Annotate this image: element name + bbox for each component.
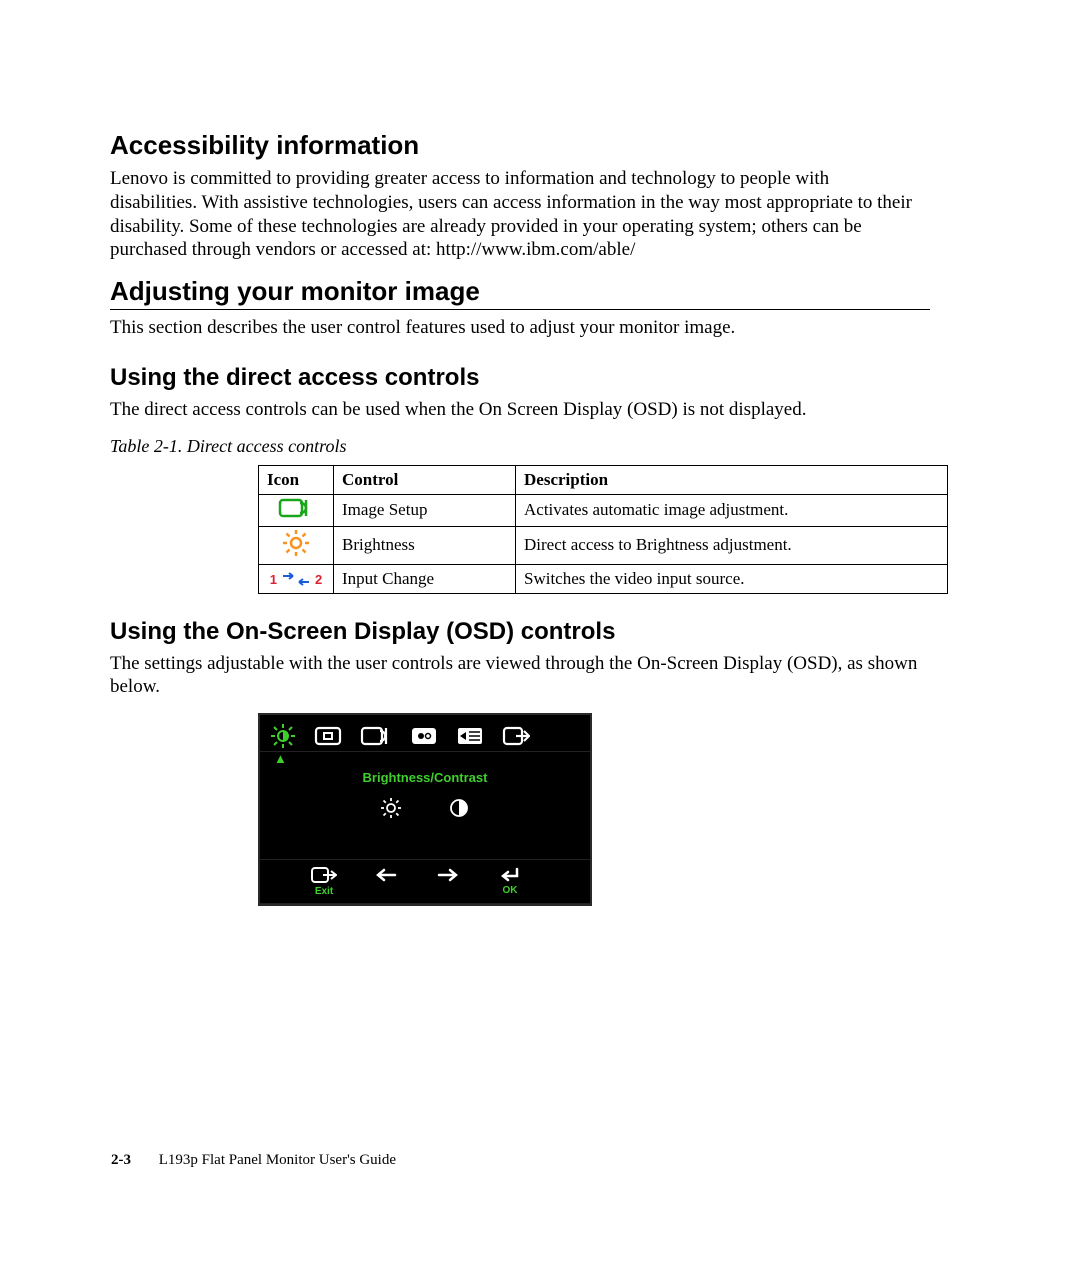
osd-right-arrow xyxy=(434,868,462,895)
direct-access-table: Icon Control Description Image Setup Act… xyxy=(258,465,948,594)
osd-title: Brightness/Contrast xyxy=(260,766,590,791)
heading-adjusting: Adjusting your monitor image xyxy=(110,276,930,310)
cell-description: Direct access to Brightness adjustment. xyxy=(516,526,948,564)
page-footer: 2-3 L193p Flat Panel Monitor User's Guid… xyxy=(111,1152,396,1169)
image-setup-icon xyxy=(360,725,392,747)
osd-exit-button: Exit xyxy=(310,866,338,897)
heading-osd: Using the On-Screen Display (OSD) contro… xyxy=(110,618,920,646)
cell-icon-input-change: 1 2 xyxy=(259,564,334,593)
image-properties-icon xyxy=(410,725,438,747)
exit-icon xyxy=(502,725,530,747)
body-osd: The settings adjustable with the user co… xyxy=(110,652,920,700)
brightness-sub-icon xyxy=(380,797,402,819)
heading-accessibility: Accessibility information xyxy=(110,130,920,161)
body-direct-access: The direct access controls can be used w… xyxy=(110,398,920,422)
th-icon: Icon xyxy=(259,465,334,494)
cell-icon-brightness xyxy=(259,526,334,564)
table-header-row: Icon Control Description xyxy=(259,465,948,494)
cell-control: Brightness xyxy=(334,526,516,564)
th-description: Description xyxy=(516,465,948,494)
heading-direct-access: Using the direct access controls xyxy=(110,364,920,392)
image-position-icon xyxy=(314,725,342,747)
osd-left-arrow xyxy=(372,868,400,895)
table-row: Image Setup Activates automatic image ad… xyxy=(259,494,948,526)
osd-ok-label: OK xyxy=(503,885,518,896)
image-setup-icon xyxy=(278,504,314,523)
brightness-icon xyxy=(282,542,310,561)
input-change-icon: 1 2 xyxy=(270,571,322,587)
osd-mid-icons xyxy=(260,791,590,859)
cell-control: Image Setup xyxy=(334,494,516,526)
osd-top-icons xyxy=(260,715,590,752)
table-caption: Table 2-1. Direct access controls xyxy=(110,436,920,457)
cell-description: Activates automatic image adjustment. xyxy=(516,494,948,526)
osd-ok-button: OK xyxy=(496,867,524,896)
osd-selection-arrow: ▲ xyxy=(260,752,590,766)
doc-title: L193p Flat Panel Monitor User's Guide xyxy=(159,1152,396,1168)
th-control: Control xyxy=(334,465,516,494)
table-row: 1 2 Input Change Switches the video inpu… xyxy=(259,564,948,593)
osd-bottom-bar: Exit OK xyxy=(260,859,590,904)
cell-control: Input Change xyxy=(334,564,516,593)
cell-icon-image-setup xyxy=(259,494,334,526)
cell-description: Switches the video input source. xyxy=(516,564,948,593)
body-accessibility: Lenovo is committed to providing greater… xyxy=(110,167,920,262)
body-adjusting: This section describes the user control … xyxy=(110,316,920,340)
brightness-contrast-icon xyxy=(270,723,296,749)
options-icon xyxy=(456,725,484,747)
contrast-sub-icon xyxy=(448,797,470,819)
page-number: 2-3 xyxy=(111,1152,131,1168)
osd-panel: ▲ Brightness/Contrast Exit xyxy=(258,713,592,906)
osd-exit-label: Exit xyxy=(315,886,333,897)
table-row: Brightness Direct access to Brightness a… xyxy=(259,526,948,564)
